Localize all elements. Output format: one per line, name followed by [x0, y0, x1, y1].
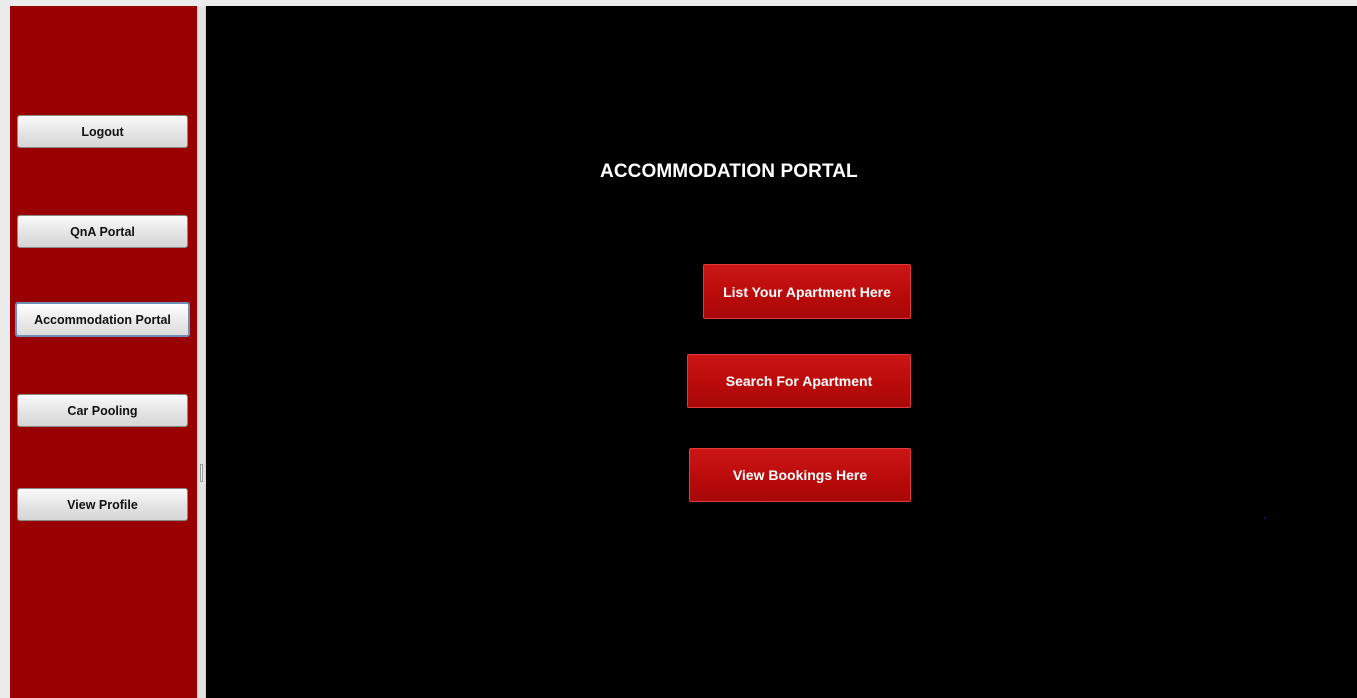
- view-bookings-button-label: View Bookings Here: [732, 467, 868, 483]
- main-content-panel: [206, 6, 1357, 698]
- view-profile-button-label: View Profile: [67, 497, 138, 512]
- logout-button-label: Logout: [81, 124, 124, 139]
- stray-pixel: [1264, 517, 1266, 519]
- app-window: Logout QnA Portal Accommodation Portal C…: [0, 0, 1357, 698]
- search-apartment-button-label: Search For Apartment: [725, 373, 873, 389]
- split-pane-divider[interactable]: [197, 6, 206, 698]
- list-apartment-button-label: List Your Apartment Here: [723, 283, 891, 300]
- qna-portal-button[interactable]: QnA Portal: [17, 215, 188, 248]
- page-title: ACCOMMODATION PORTAL: [600, 161, 858, 182]
- divider-grip[interactable]: [200, 464, 203, 482]
- accommodation-portal-button[interactable]: Accommodation Portal: [15, 302, 190, 337]
- qna-portal-button-label: QnA Portal: [70, 224, 135, 239]
- accommodation-portal-button-label: Accommodation Portal: [34, 312, 171, 327]
- view-bookings-button[interactable]: View Bookings Here: [689, 448, 911, 502]
- list-apartment-button[interactable]: List Your Apartment Here: [703, 264, 911, 319]
- logout-button[interactable]: Logout: [17, 115, 188, 148]
- car-pooling-button-label: Car Pooling: [67, 403, 138, 418]
- view-profile-button[interactable]: View Profile: [17, 488, 188, 521]
- search-apartment-button[interactable]: Search For Apartment: [687, 354, 911, 408]
- car-pooling-button[interactable]: Car Pooling: [17, 394, 188, 427]
- sidebar-panel: [10, 6, 197, 698]
